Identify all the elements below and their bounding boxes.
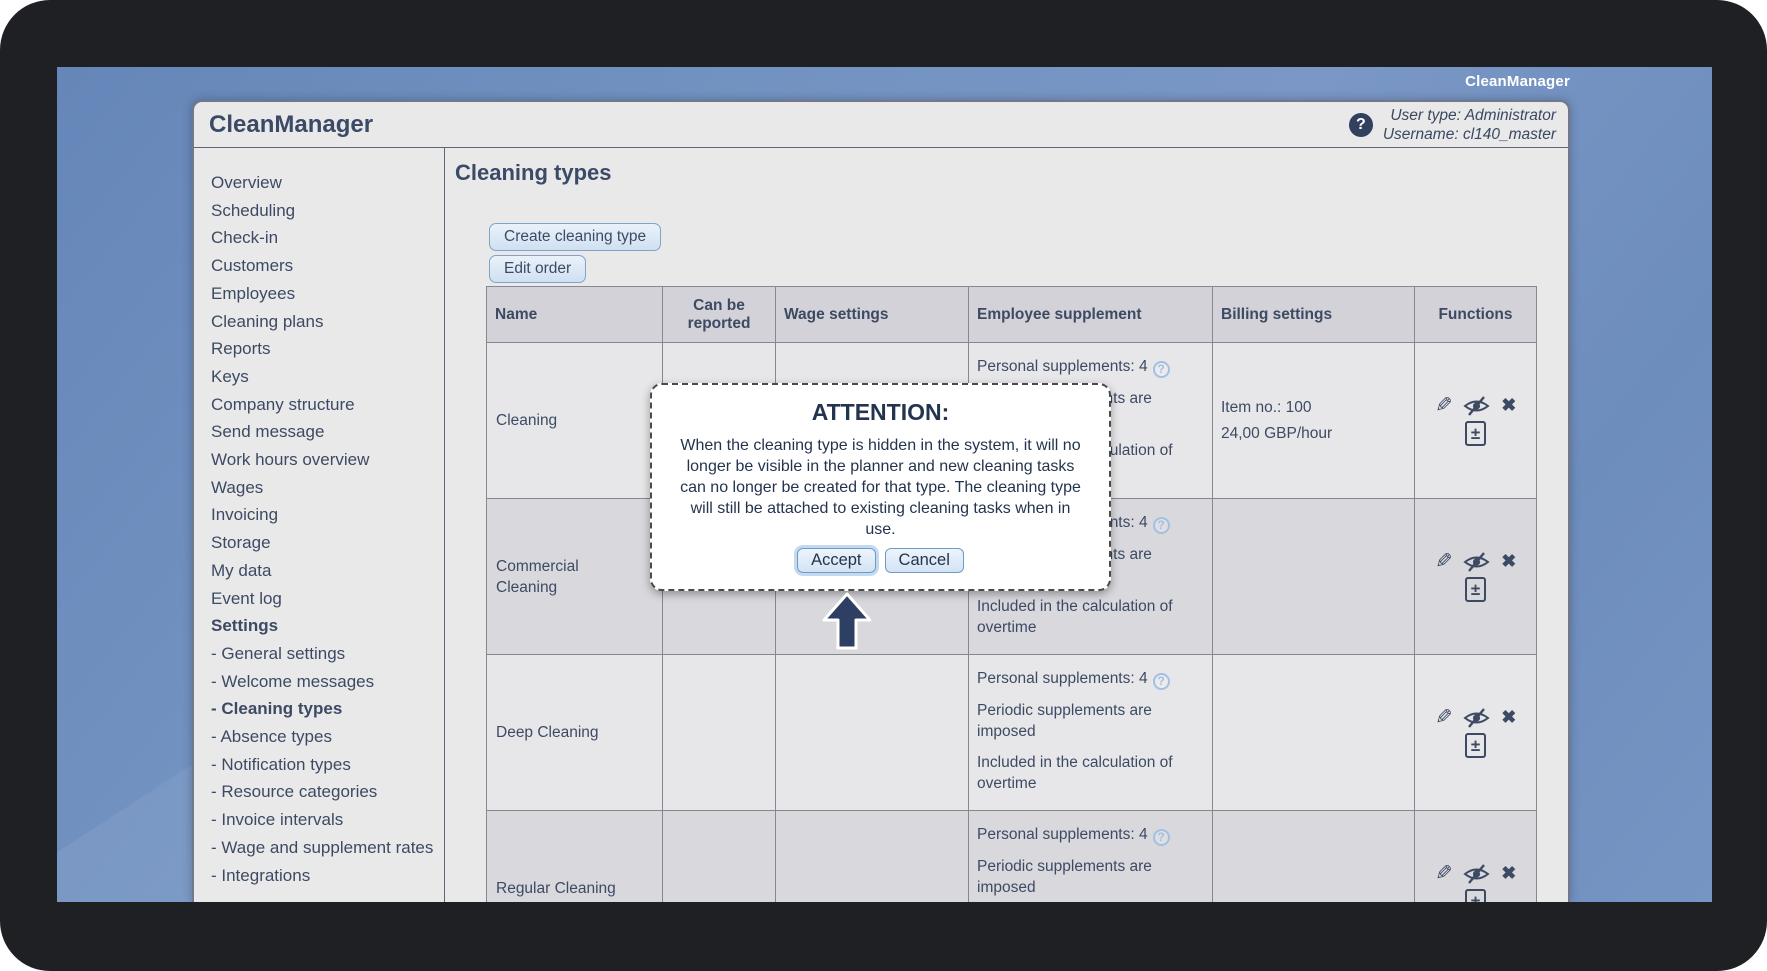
- sidebar-item[interactable]: - Integrations: [194, 862, 444, 890]
- help-icon[interactable]: ?: [1349, 113, 1373, 137]
- sidebar-item[interactable]: - Resource categories: [194, 778, 444, 806]
- billing-settings-cell: Item no.: 10024,00 GBP/hour: [1213, 343, 1415, 499]
- screenshot-stage: CleanManager CleanManager ? User type: A…: [0, 0, 1767, 971]
- cleaning-type-name: Cleaning: [487, 343, 663, 499]
- username-label: Username: cl140_master: [1383, 125, 1556, 144]
- cleaning-types-table-wrap: NameCan be reportedWage settingsEmployee…: [486, 286, 1537, 902]
- sidebar-item[interactable]: Invoicing: [194, 501, 444, 529]
- help-circle-icon[interactable]: ?: [1153, 673, 1170, 690]
- functions-cell: ✎ ✖ ±: [1415, 343, 1537, 499]
- supplement-icon[interactable]: ±: [1465, 577, 1486, 602]
- sidebar-item[interactable]: - General settings: [194, 640, 444, 668]
- sidebar-item[interactable]: - Cleaning types: [194, 695, 444, 723]
- delete-icon[interactable]: ✖: [1501, 707, 1516, 728]
- sidebar-item[interactable]: Send message: [194, 418, 444, 446]
- hide-icon[interactable]: [1463, 552, 1490, 572]
- sidebar-item[interactable]: Keys: [194, 363, 444, 391]
- sidebar-item[interactable]: Customers: [194, 252, 444, 280]
- sidebar-item[interactable]: Work hours overview: [194, 446, 444, 474]
- functions-cell: ✎ ✖ ±: [1415, 655, 1537, 811]
- column-header: Can be reported: [663, 287, 776, 343]
- delete-icon[interactable]: ✖: [1501, 395, 1516, 416]
- supplement-icon[interactable]: ±: [1465, 889, 1486, 902]
- column-header: Wage settings: [776, 287, 969, 343]
- column-header: Employee supplement: [969, 287, 1213, 343]
- can-be-reported-cell: [663, 655, 776, 811]
- attention-modal: ATTENTION: When the cleaning type is hid…: [650, 383, 1111, 591]
- table-row: Deep Cleaning Personal supplements: 4?Pe…: [487, 655, 1537, 811]
- sidebar-item[interactable]: - Invoice intervals: [194, 806, 444, 834]
- hide-icon[interactable]: [1463, 708, 1490, 728]
- page-title: Cleaning types: [455, 160, 611, 186]
- sidebar-item[interactable]: Employees: [194, 280, 444, 308]
- header-right: ? User type: Administrator Username: cl1…: [1349, 106, 1556, 144]
- sidebar-item[interactable]: Settings: [194, 612, 444, 640]
- sidebar-item[interactable]: - Wage and supplement rates: [194, 834, 444, 862]
- employee-supplement-cell: Personal supplements: 4?Periodic supplem…: [969, 811, 1213, 903]
- edit-icon[interactable]: ✎: [1435, 397, 1453, 415]
- can-be-reported-cell: [663, 811, 776, 903]
- functions-cell: ✎ ✖ ±: [1415, 811, 1537, 903]
- billing-settings-cell: [1213, 499, 1415, 655]
- edit-order-button[interactable]: Edit order: [489, 255, 586, 283]
- cleaning-type-name: Deep Cleaning: [487, 655, 663, 811]
- help-circle-icon[interactable]: ?: [1153, 361, 1170, 378]
- user-type-label: User type: Administrator: [1383, 106, 1556, 125]
- modal-title: ATTENTION:: [676, 399, 1085, 426]
- sidebar-item[interactable]: Cleaning plans: [194, 308, 444, 336]
- column-header: Billing settings: [1213, 287, 1415, 343]
- sidebar-item[interactable]: Storage: [194, 529, 444, 557]
- functions-cell: ✎ ✖ ±: [1415, 499, 1537, 655]
- sidebar-item[interactable]: Event log: [194, 585, 444, 613]
- accept-button[interactable]: Accept: [797, 548, 875, 573]
- sidebar-item[interactable]: My data: [194, 557, 444, 585]
- sidebar-item[interactable]: Reports: [194, 335, 444, 363]
- delete-icon[interactable]: ✖: [1501, 863, 1516, 884]
- billing-settings-cell: [1213, 655, 1415, 811]
- table-header-row: NameCan be reportedWage settingsEmployee…: [487, 287, 1537, 343]
- sidebar-item[interactable]: Check-in: [194, 224, 444, 252]
- sidebar-item[interactable]: - Welcome messages: [194, 668, 444, 696]
- desktop-background: CleanManager CleanManager ? User type: A…: [57, 67, 1712, 902]
- hide-icon[interactable]: [1463, 396, 1490, 416]
- desktop-brand-label: CleanManager: [1465, 73, 1570, 90]
- modal-body-text: When the cleaning type is hidden in the …: [676, 435, 1085, 540]
- sidebar-item[interactable]: Scheduling: [194, 197, 444, 225]
- column-header: Functions: [1415, 287, 1537, 343]
- table-row: Regular Cleaning Personal supplements: 4…: [487, 811, 1537, 903]
- supplement-icon[interactable]: ±: [1465, 421, 1486, 446]
- modal-buttons: Accept Cancel: [676, 548, 1085, 573]
- app-title: CleanManager: [209, 111, 373, 139]
- sidebar-item[interactable]: Overview: [194, 169, 444, 197]
- help-circle-icon[interactable]: ?: [1153, 517, 1170, 534]
- column-header: Name: [487, 287, 663, 343]
- billing-settings-cell: [1213, 811, 1415, 903]
- wage-settings-cell: [776, 811, 969, 903]
- sidebar-item[interactable]: - Notification types: [194, 751, 444, 779]
- supplement-icon[interactable]: ±: [1465, 733, 1486, 758]
- edit-icon[interactable]: ✎: [1435, 709, 1453, 727]
- sidebar-item[interactable]: Company structure: [194, 391, 444, 419]
- edit-icon[interactable]: ✎: [1435, 553, 1453, 571]
- sidebar-item[interactable]: Wages: [194, 474, 444, 502]
- cleaning-types-table: NameCan be reportedWage settingsEmployee…: [486, 286, 1537, 902]
- hide-icon[interactable]: [1463, 864, 1490, 884]
- help-circle-icon[interactable]: ?: [1153, 829, 1170, 846]
- wage-settings-cell: [776, 655, 969, 811]
- cleaning-type-name: Regular Cleaning: [487, 811, 663, 903]
- user-info: User type: Administrator Username: cl140…: [1383, 106, 1556, 144]
- cursor-arrow-icon: [820, 591, 874, 651]
- cleaning-type-name: Commercial Cleaning: [487, 499, 663, 655]
- window-header: CleanManager ? User type: Administrator …: [194, 102, 1568, 148]
- sidebar-nav: OverviewSchedulingCheck-inCustomersEmplo…: [194, 148, 445, 902]
- edit-icon[interactable]: ✎: [1435, 865, 1453, 883]
- delete-icon[interactable]: ✖: [1501, 551, 1516, 572]
- employee-supplement-cell: Personal supplements: 4?Periodic supplem…: [969, 655, 1213, 811]
- cancel-button[interactable]: Cancel: [885, 548, 964, 573]
- sidebar-item[interactable]: - Absence types: [194, 723, 444, 751]
- create-cleaning-type-button[interactable]: Create cleaning type: [489, 223, 661, 251]
